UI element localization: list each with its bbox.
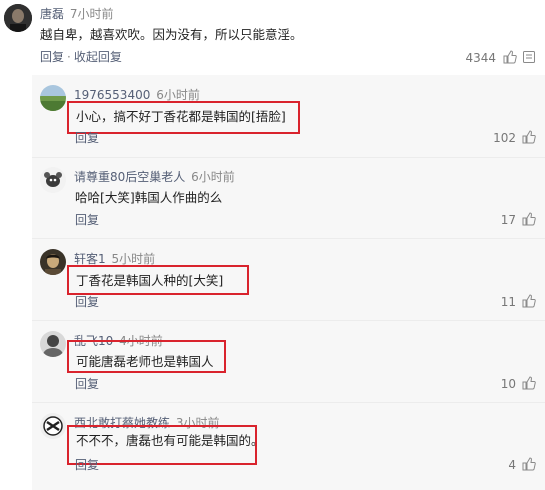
highlight-box: [67, 340, 226, 373]
like-count: 10: [500, 377, 516, 391]
like-count: 17: [500, 213, 516, 227]
highlight-box: [67, 101, 300, 134]
comment-author-name[interactable]: 唐磊: [40, 7, 64, 21]
divider: [32, 238, 545, 239]
comment-author[interactable]: 唐磊 7小时前: [40, 7, 113, 21]
collapse-replies-button[interactable]: 收起回复: [74, 50, 122, 64]
thumbs-up-icon[interactable]: [522, 129, 536, 144]
comment-actions: 回复 · 收起回复: [40, 50, 122, 64]
like-count: 4: [508, 458, 516, 472]
reply-button[interactable]: 回复: [75, 213, 99, 227]
reply-text: 哈哈[大笑]韩国人作曲的么: [75, 190, 223, 205]
reply-author[interactable]: 轩客1 5小时前: [74, 252, 155, 266]
thumbs-up-icon[interactable]: [522, 293, 536, 308]
reply-button[interactable]: 回复: [40, 50, 64, 64]
reply-button[interactable]: 回复: [75, 458, 99, 472]
comment-time: 7小时前: [69, 7, 114, 21]
reply-author-name[interactable]: 1976553400: [74, 88, 150, 102]
divider: [32, 157, 545, 158]
more-icon[interactable]: [522, 49, 536, 63]
separator-dot: ·: [67, 50, 71, 64]
avatar[interactable]: [40, 85, 66, 111]
reply-button[interactable]: 回复: [75, 295, 99, 309]
reply-author-name[interactable]: 请尊重80后空巢老人: [74, 170, 185, 184]
reply-author-name[interactable]: 轩客1: [74, 252, 106, 266]
thumbs-up-icon[interactable]: [522, 456, 536, 471]
highlight-box: [67, 265, 249, 295]
like-count: 11: [500, 295, 516, 309]
thumbs-up-icon[interactable]: [522, 211, 536, 226]
reply-button[interactable]: 回复: [75, 131, 99, 145]
reply-time: 6小时前: [156, 88, 200, 102]
thumbs-up-icon[interactable]: [522, 375, 536, 390]
like-count: 102: [493, 131, 516, 145]
divider: [32, 402, 545, 403]
reply-author[interactable]: 1976553400 6小时前: [74, 88, 200, 102]
reply-button[interactable]: 回复: [75, 377, 99, 391]
avatar[interactable]: [40, 167, 66, 193]
avatar[interactable]: [40, 249, 66, 275]
thumbs-up-icon[interactable]: [503, 49, 517, 64]
reply-time: 5小时前: [111, 252, 156, 266]
avatar[interactable]: [4, 4, 32, 32]
reply-author[interactable]: 请尊重80后空巢老人 6小时前: [74, 170, 235, 184]
avatar[interactable]: [40, 331, 66, 357]
like-count: 4344: [465, 51, 496, 65]
avatar[interactable]: [40, 413, 66, 439]
reply-time: 6小时前: [191, 170, 235, 184]
divider: [32, 320, 545, 321]
comment-text: 越自卑，越喜欢吹。因为没有，所以只能意淫。: [40, 27, 303, 42]
